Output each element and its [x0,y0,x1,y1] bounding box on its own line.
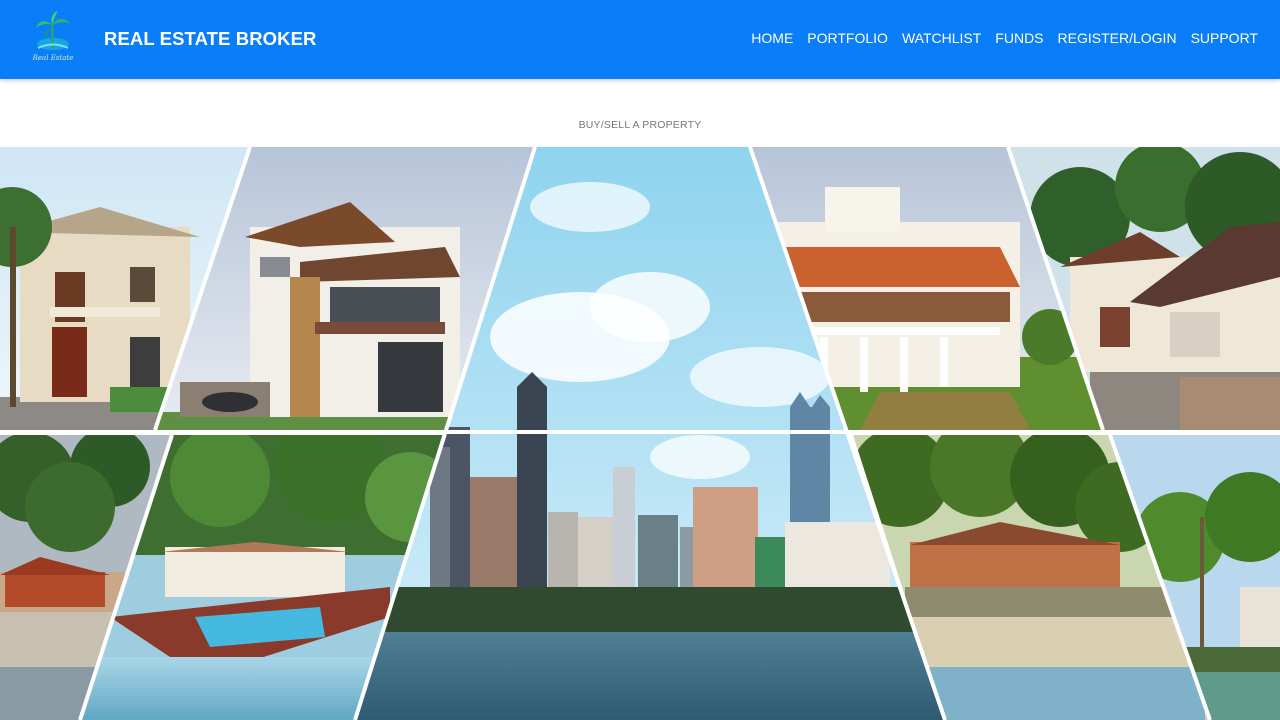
nav-register-login-link[interactable]: REGISTER/LOGIN [1058,30,1177,46]
page-subtitle: BUY/SELL A PROPERTY [578,119,702,131]
nav-funds-link[interactable]: FUNDS [995,30,1043,46]
nav-watchlist-link[interactable]: WATCHLIST [902,30,981,46]
top-navbar: Real Estate REAL ESTATE BROKER HOME PORT… [0,0,1280,79]
nav-home-link[interactable]: HOME [751,30,793,46]
collage-graphic [0,147,1280,720]
site-title[interactable]: REAL ESTATE BROKER [104,28,317,50]
main-nav: HOME PORTFOLIO WATCHLIST FUNDS REGISTER/… [751,30,1258,46]
property-collage [0,147,1280,720]
logo-text: Real Estate [32,54,74,62]
nav-portfolio-link[interactable]: PORTFOLIO [807,30,888,46]
brand-logo[interactable]: Real Estate [28,8,78,66]
nav-support-link[interactable]: SUPPORT [1191,30,1258,46]
